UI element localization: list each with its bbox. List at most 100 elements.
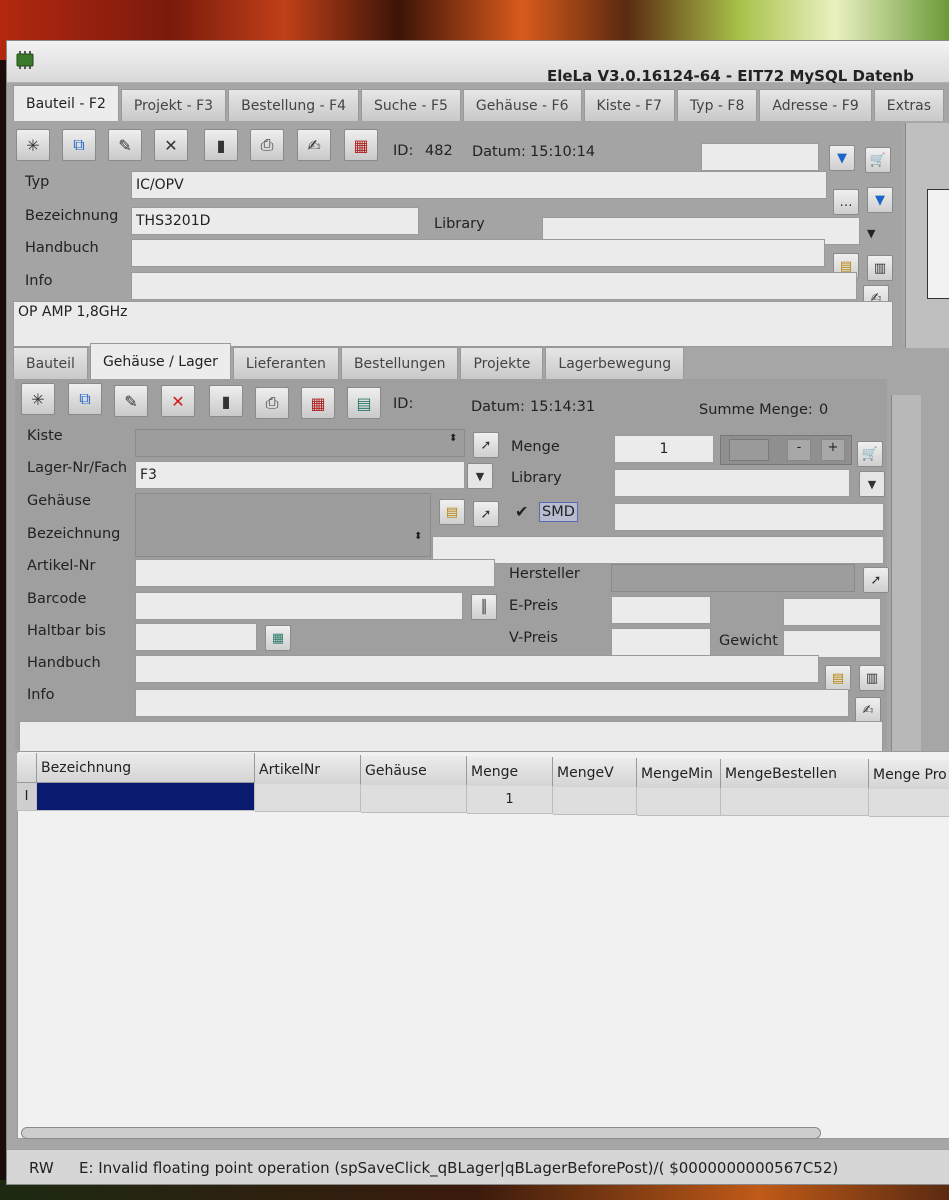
print-part-button[interactable]: ⎙: [250, 129, 284, 161]
tab-typ[interactable]: Typ - F8: [676, 89, 758, 121]
grid-col-mengev[interactable]: MengeV: [553, 758, 637, 788]
typ-browse-button[interactable]: …: [833, 189, 859, 215]
open-pdf-button[interactable]: ▥: [867, 255, 893, 281]
filter-button[interactable]: ▼: [829, 145, 855, 171]
spin-arrows-icon[interactable]: ⬍: [414, 531, 422, 542]
edit-stock-button[interactable]: ✎: [114, 385, 148, 417]
stock-handbuch-field[interactable]: [135, 655, 819, 683]
print-stock-button[interactable]: ⎙: [255, 387, 289, 419]
stock-note-area[interactable]: [19, 721, 883, 753]
calc-stock-button[interactable]: ▤: [347, 387, 381, 419]
tab-projekt[interactable]: Projekt - F3: [120, 89, 227, 121]
smd-extra-field[interactable]: [614, 503, 884, 531]
subtab-lagerbewegung[interactable]: Lagerbewegung: [545, 347, 685, 379]
gehaeuse-open-button[interactable]: ▤: [439, 499, 465, 525]
grid-col-gehaeuse[interactable]: Gehäuse: [361, 756, 467, 786]
handbuch-field[interactable]: [131, 239, 825, 267]
row-indicator[interactable]: I: [17, 783, 37, 811]
stock-bezeichnung-field[interactable]: [432, 536, 884, 564]
menge-field[interactable]: 1: [614, 435, 714, 463]
copy-stock-button[interactable]: ⧉: [68, 383, 102, 415]
stock-open-pdf-button[interactable]: ▥: [859, 665, 885, 691]
vpreis-field[interactable]: [611, 628, 711, 656]
grid-cell-mengev[interactable]: [553, 787, 637, 815]
artikel-field[interactable]: [135, 559, 495, 587]
report-part-button[interactable]: ▦: [344, 129, 378, 161]
save-part-button[interactable]: ▮: [204, 129, 238, 161]
tab-suche[interactable]: Suche - F5: [361, 89, 461, 121]
cart-button[interactable]: 🛒: [865, 147, 891, 173]
horizontal-scrollbar[interactable]: [21, 1127, 821, 1139]
grid-cell-mengemin[interactable]: [637, 788, 721, 816]
lager-field[interactable]: F3: [135, 461, 465, 489]
typ-filter-button[interactable]: ▼: [867, 187, 893, 213]
stock-info-field[interactable]: [135, 689, 849, 717]
gehaeuse-field[interactable]: [135, 493, 431, 557]
tab-extras[interactable]: Extras: [873, 89, 945, 121]
description-field[interactable]: OP AMP 1,8GHz: [13, 301, 893, 347]
delete-part-button[interactable]: ✕: [154, 129, 188, 161]
menge-stepper[interactable]: - +: [720, 435, 852, 465]
kiste-jump-button[interactable]: ➚: [473, 432, 499, 458]
stock-cart-button[interactable]: 🛒: [857, 441, 883, 467]
new-part-button[interactable]: ✳: [16, 129, 50, 161]
stock-library-select[interactable]: [614, 469, 850, 497]
plus-icon[interactable]: +: [821, 439, 845, 461]
table-row[interactable]: [37, 783, 255, 811]
subtab-gehaeuse-lager[interactable]: Gehäuse / Lager: [89, 343, 231, 379]
delete-stock-button[interactable]: ✕: [161, 385, 195, 417]
title-bar[interactable]: EleLa V3.0.16124-64 - EIT72 MySQL Datenb: [7, 41, 949, 84]
subtab-bestellungen[interactable]: Bestellungen: [340, 347, 459, 379]
smd-checkbox[interactable]: ✔: [515, 502, 528, 521]
grid-cell-mengebestellen[interactable]: [721, 788, 869, 816]
barcode-field[interactable]: [135, 592, 463, 620]
save-stock-button[interactable]: ▮: [209, 385, 243, 417]
grid-cell-gehaeuse[interactable]: [361, 785, 467, 813]
label-stock-button[interactable]: ▦: [301, 387, 335, 419]
barcode-scan-button[interactable]: ║: [471, 594, 497, 620]
part-filter-input[interactable]: [701, 143, 819, 171]
grid-col-mengebestellen[interactable]: MengeBestellen: [721, 759, 869, 789]
info-field[interactable]: [131, 272, 857, 300]
copy-part-button[interactable]: ⧉: [62, 129, 96, 161]
tab-adresse[interactable]: Adresse - F9: [759, 89, 872, 121]
grid-col-menge-pro[interactable]: Menge Pro: [869, 760, 949, 790]
grid-col-mengemin[interactable]: MengeMin: [637, 759, 721, 789]
stock-splitter[interactable]: [891, 395, 921, 753]
tab-bestellung[interactable]: Bestellung - F4: [228, 89, 360, 121]
hersteller-jump-button[interactable]: ➚: [863, 567, 889, 593]
subtab-bauteil[interactable]: Bauteil: [13, 347, 88, 379]
tab-kiste[interactable]: Kiste - F7: [583, 89, 675, 121]
tab-bauteil[interactable]: Bauteil - F2: [13, 85, 119, 121]
minus-icon[interactable]: -: [787, 439, 811, 461]
edit-part-button[interactable]: ✎: [108, 129, 142, 161]
lager-dropdown[interactable]: ▼: [467, 463, 493, 489]
stock-library-dropdown[interactable]: ▼: [859, 471, 885, 497]
bezeichnung-field[interactable]: THS3201D: [131, 207, 419, 235]
grid-col-artikelnr[interactable]: ArtikelNr: [255, 755, 361, 785]
haltbar-field[interactable]: [135, 623, 257, 651]
grid-col-menge[interactable]: Menge: [467, 757, 553, 787]
stepper-value[interactable]: [729, 439, 769, 461]
kiste-select[interactable]: [135, 429, 465, 457]
epreis-field[interactable]: [611, 596, 711, 624]
tab-gehaeuse[interactable]: Gehäuse - F6: [462, 89, 582, 121]
stock-edit-info-button[interactable]: ✍: [855, 697, 881, 723]
grid-col-bezeichnung[interactable]: Bezeichnung: [37, 753, 255, 783]
new-stock-button[interactable]: ✳: [21, 383, 55, 415]
stock-open-folder-button[interactable]: ▤: [825, 665, 851, 691]
notes-part-button[interactable]: ✍: [297, 129, 331, 161]
gehaeuse-jump-button[interactable]: ➚: [473, 501, 499, 527]
typ-field[interactable]: IC/OPV: [131, 171, 827, 199]
subtab-projekte[interactable]: Projekte: [460, 347, 544, 379]
grid-cell-artikelnr[interactable]: [255, 784, 361, 812]
spin-arrows-icon[interactable]: ⬍: [449, 433, 457, 444]
gewicht-field[interactable]: [783, 630, 881, 658]
subtab-lieferanten[interactable]: Lieferanten: [232, 347, 339, 379]
hersteller-select[interactable]: [611, 564, 855, 592]
chevron-down-icon[interactable]: ▼: [867, 227, 875, 240]
date-picker-button[interactable]: ▦: [265, 625, 291, 651]
grid-cell-menge[interactable]: 1: [467, 786, 553, 814]
epreis-extra-field[interactable]: [783, 598, 881, 626]
grid-cell-menge-pro[interactable]: [869, 789, 949, 817]
